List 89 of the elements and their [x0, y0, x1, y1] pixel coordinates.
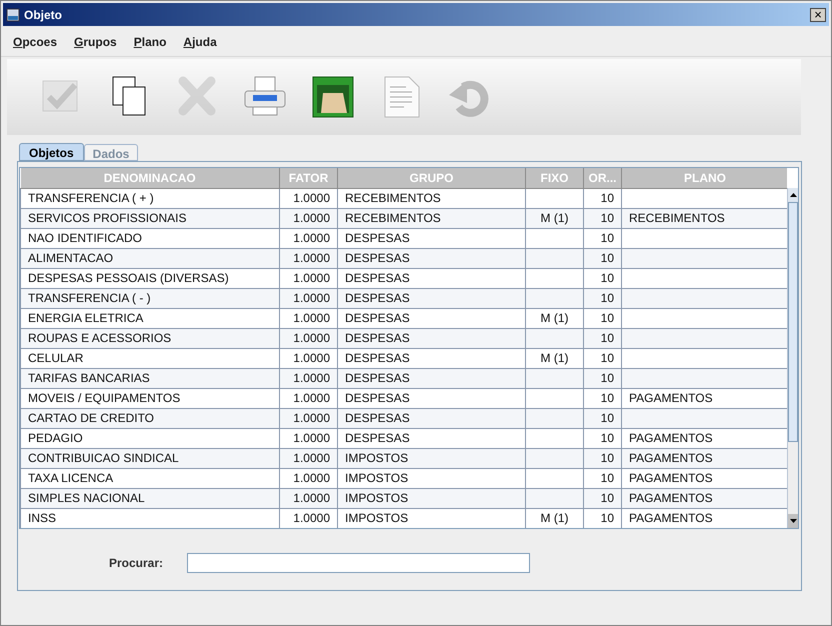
table-cell: PEDAGIO [20, 428, 280, 448]
table-cell: ROUPAS E ACESSORIOS [20, 328, 280, 348]
table-cell: IMPOSTOS [338, 448, 526, 468]
table-cell: TRANSFERENCIA ( - ) [20, 288, 280, 308]
table-cell: 10 [584, 308, 622, 328]
table-cell: TARIFAS BANCARIAS [20, 368, 280, 388]
column-header[interactable]: OR... [584, 168, 622, 188]
tab[interactable]: Dados [84, 144, 138, 161]
table-cell: DESPESAS [338, 308, 526, 328]
table-cell: SERVICOS PROFISSIONAIS [20, 208, 280, 228]
menu-item[interactable]: Plano [134, 33, 166, 51]
scroll-up-arrow-icon[interactable] [790, 193, 796, 197]
table-cell: DESPESAS [338, 248, 526, 268]
table-cell: DESPESAS [338, 288, 526, 308]
table-cell: 1.0000 [280, 368, 338, 388]
table-cell: 10 [584, 348, 622, 368]
table-cell: 1.0000 [280, 308, 338, 328]
scroll-down-arrow-icon[interactable] [790, 519, 796, 523]
table-cell: 1.0000 [280, 408, 338, 428]
table-cell: RECEBIMENTOS [338, 208, 526, 228]
table-cell: DESPESAS [338, 428, 526, 448]
table-cell: DESPESAS [338, 268, 526, 288]
table-cell: CELULAR [20, 348, 280, 368]
table-cell: 1.0000 [280, 428, 338, 448]
table-cell: DESPESAS [338, 368, 526, 388]
table-cell: 10 [584, 428, 622, 448]
table-cell: 10 [584, 488, 622, 508]
table-cell: 10 [584, 288, 622, 308]
table-cell: 1.0000 [280, 448, 338, 468]
table-cell: ALIMENTACAO [20, 248, 280, 268]
table-cell: DESPESAS PESSOAIS (DIVERSAS) [20, 268, 280, 288]
table-cell: RECEBIMENTOS [338, 188, 526, 208]
column-header[interactable]: GRUPO [338, 168, 526, 188]
table-cell: 10 [584, 468, 622, 488]
table-cell: 1.0000 [280, 188, 338, 208]
table-cell: 1.0000 [280, 228, 338, 248]
table-cell: TAXA LICENCA [20, 468, 280, 488]
table-cell: NAO IDENTIFICADO [20, 228, 280, 248]
table-cell: 1.0000 [280, 208, 338, 228]
table-cell: IMPOSTOS [338, 488, 526, 508]
table-cell: 10 [584, 368, 622, 388]
table-cell: 1.0000 [280, 328, 338, 348]
table-cell: 10 [584, 448, 622, 468]
menu-item[interactable]: Ajuda [183, 33, 217, 51]
table-cell: DESPESAS [338, 388, 526, 408]
table-cell: DESPESAS [338, 408, 526, 428]
table-cell: TRANSFERENCIA ( + ) [20, 188, 280, 208]
table-cell: CONTRIBUICAO SINDICAL [20, 448, 280, 468]
close-button[interactable]: × [810, 8, 826, 22]
table-cell: IMPOSTOS [338, 468, 526, 488]
tab[interactable]: Objetos [19, 143, 84, 161]
window-title: Objeto [24, 6, 62, 24]
table-cell: 1.0000 [280, 248, 338, 268]
table-cell: DESPESAS [338, 228, 526, 248]
table-cell: 1.0000 [280, 348, 338, 368]
column-header[interactable]: FIXO [526, 168, 584, 188]
table-cell: M (1) [526, 308, 584, 328]
scroll-thumb[interactable] [788, 202, 798, 442]
table-cell: 1.0000 [280, 388, 338, 408]
menu-item[interactable]: Grupos [74, 33, 117, 51]
table-cell: INSS [20, 508, 280, 528]
table-cell: 10 [584, 388, 622, 408]
table-cell: 10 [584, 208, 622, 228]
table-cell: 10 [584, 228, 622, 248]
table-cell: 10 [584, 248, 622, 268]
table-cell: 1.0000 [280, 468, 338, 488]
column-header[interactable]: PLANO [622, 168, 787, 188]
window-icon [6, 8, 20, 22]
table-cell: DESPESAS [338, 328, 526, 348]
scrollbar[interactable] [787, 188, 798, 528]
column-header[interactable]: FATOR [280, 168, 338, 188]
table-cell: M (1) [526, 348, 584, 368]
table-cell: ENERGIA ELETRICA [20, 308, 280, 328]
table-cell: 10 [584, 268, 622, 288]
column-header[interactable]: DENOMINACAO [20, 168, 280, 188]
table-cell: SIMPLES NACIONAL [20, 488, 280, 508]
table-cell: 1.0000 [280, 288, 338, 308]
table-cell: MOVEIS / EQUIPAMENTOS [20, 388, 280, 408]
table-cell: 1.0000 [280, 268, 338, 288]
table-cell: DESPESAS [338, 348, 526, 368]
search-label: Procurar: [109, 555, 164, 572]
table-cell: 1.0000 [280, 488, 338, 508]
menu-item[interactable]: Opcoes [13, 33, 58, 51]
table-cell: M (1) [526, 208, 584, 228]
table-cell: 10 [584, 188, 622, 208]
table-cell: CARTAO DE CREDITO [20, 408, 280, 428]
table-cell: 10 [584, 408, 622, 428]
table-cell: 10 [584, 328, 622, 348]
search-field[interactable] [187, 553, 530, 573]
